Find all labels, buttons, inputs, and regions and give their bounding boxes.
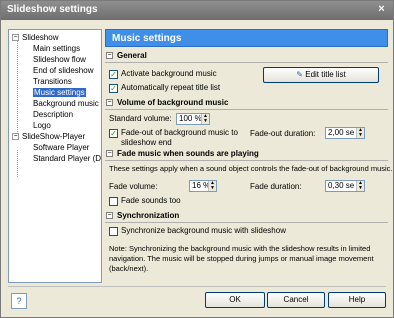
repeat-titles-label: Automatically repeat title list [121,83,221,92]
tree-item-description[interactable]: Description [9,109,101,120]
tree-item-label: Software Player [33,143,90,152]
section-title: Synchronization [117,211,180,220]
standard-volume-input[interactable]: 100 % ▲ ▼ [176,113,210,125]
spin-buttons[interactable]: ▲ ▼ [356,181,364,191]
section-title: Volume of background music [117,98,229,107]
fade-duration-value: 0,30 se [328,181,355,190]
fadeout-duration-input[interactable]: 2,00 se ▲ ▼ [325,127,365,139]
tree-item-main-settings[interactable]: Main settings [9,43,101,54]
section-general[interactable]: − General [105,51,388,63]
section-fade[interactable]: − Fade music when sounds are playing [105,149,388,161]
section-collapse-icon[interactable]: − [106,150,113,157]
section-divider [105,222,388,223]
tree-item-label: Main settings [33,44,81,53]
tree-item-end-of-slideshow[interactable]: End of slideshow [9,65,101,76]
tree-item-label: Logo [33,121,51,130]
panel-title: Music settings [112,33,182,44]
tree-item-label: Description [33,110,74,119]
tree-item-standard-player[interactable]: Standard Player (Di... [9,153,101,164]
standard-volume-value: 100 % [179,114,202,123]
tree-item-label: Background music [33,99,99,108]
fade-duration-label: Fade duration: [250,182,302,191]
edit-icon: ✎ [296,70,303,79]
fade-sounds-label: Fade sounds too [121,196,181,205]
spin-buttons[interactable]: ▲ ▼ [201,114,209,124]
fadeout-duration-value: 2,00 se [328,128,355,137]
standard-volume-label: Standard volume: [109,114,172,123]
section-divider [105,160,388,161]
footer-divider [8,286,386,287]
close-icon[interactable]: × [375,4,388,16]
edit-title-list-button[interactable]: ✎ Edit title list [263,67,379,83]
tree-item-label: Standard Player (Di... [33,154,101,163]
repeat-titles-checkbox[interactable]: ✓ [109,84,118,93]
section-collapse-icon[interactable]: − [106,52,113,59]
fade-volume-label: Fade volume: [109,182,158,191]
section-synchronization[interactable]: − Synchronization [105,211,388,223]
cancel-button[interactable]: Cancel [267,292,325,308]
fadeout-label: Fade-out of background music to slidesho… [121,128,238,147]
fadeout-checkbox[interactable]: ✓ [109,129,118,138]
title-bar: Slideshow settings × [1,1,393,20]
section-divider [105,109,388,110]
edit-title-list-label: Edit title list [305,70,346,79]
music-settings-panel: Music settings − General ✓ Activate back… [105,29,393,283]
help-button[interactable]: Help [328,292,386,308]
fade-description: These settings apply when a sound object… [109,164,393,173]
section-volume[interactable]: − Volume of background music [105,98,388,110]
tree-item-label: Slideshow flow [33,55,86,64]
panel-header: Music settings [105,29,388,47]
activate-music-checkbox[interactable]: ✓ [109,70,118,79]
settings-window: Slideshow settings × − Slideshow Main se… [0,0,394,318]
ok-button[interactable]: OK [205,292,265,308]
activate-music-label: Activate background music [121,69,217,78]
tree-item-label: End of slideshow [33,66,94,75]
section-collapse-icon[interactable]: − [106,212,113,219]
spin-down-icon[interactable]: ▼ [203,118,208,124]
spin-down-icon[interactable]: ▼ [358,185,363,191]
collapse-icon[interactable]: − [12,34,19,41]
help-icon[interactable]: ? [11,293,27,309]
sync-checkbox[interactable] [109,227,118,236]
tree-node-slideshow-player[interactable]: − SlideShow-Player [9,131,101,142]
tree-item-background-music[interactable]: Background music [9,98,101,109]
fadeout-duration-label: Fade-out duration: [250,129,316,138]
fade-volume-input[interactable]: 16 % ▲ ▼ [189,180,217,192]
spin-down-icon[interactable]: ▼ [358,132,363,138]
sync-note: Note: Synchronizing the background music… [109,244,374,273]
tree-node-label: Slideshow [22,33,59,42]
fade-sounds-checkbox[interactable] [109,197,118,206]
section-title: General [117,51,147,60]
tree-item-label: Music settings [33,88,86,97]
window-title: Slideshow settings [7,4,98,15]
settings-tree: − Slideshow Main settings Slideshow flow… [8,29,102,283]
sync-label: Synchronize background music with slides… [121,226,286,235]
section-title: Fade music when sounds are playing [117,149,259,158]
tree-item-slideshow-flow[interactable]: Slideshow flow [9,54,101,65]
tree-item-software-player[interactable]: Software Player [9,142,101,153]
collapse-icon[interactable]: − [12,133,19,140]
tree-node-label: SlideShow-Player [22,132,86,141]
tree-node-slideshow[interactable]: − Slideshow [9,32,101,43]
fade-duration-input[interactable]: 0,30 se ▲ ▼ [325,180,365,192]
tree-item-label: Transitions [33,77,72,86]
section-collapse-icon[interactable]: − [106,99,113,106]
section-divider [105,62,388,63]
tree-item-music-settings[interactable]: Music settings [9,87,101,98]
tree-item-logo[interactable]: Logo [9,120,101,131]
spin-buttons[interactable]: ▲ ▼ [208,181,216,191]
spin-buttons[interactable]: ▲ ▼ [356,128,364,138]
spin-down-icon[interactable]: ▼ [210,185,215,191]
tree-item-transitions[interactable]: Transitions [9,76,101,87]
